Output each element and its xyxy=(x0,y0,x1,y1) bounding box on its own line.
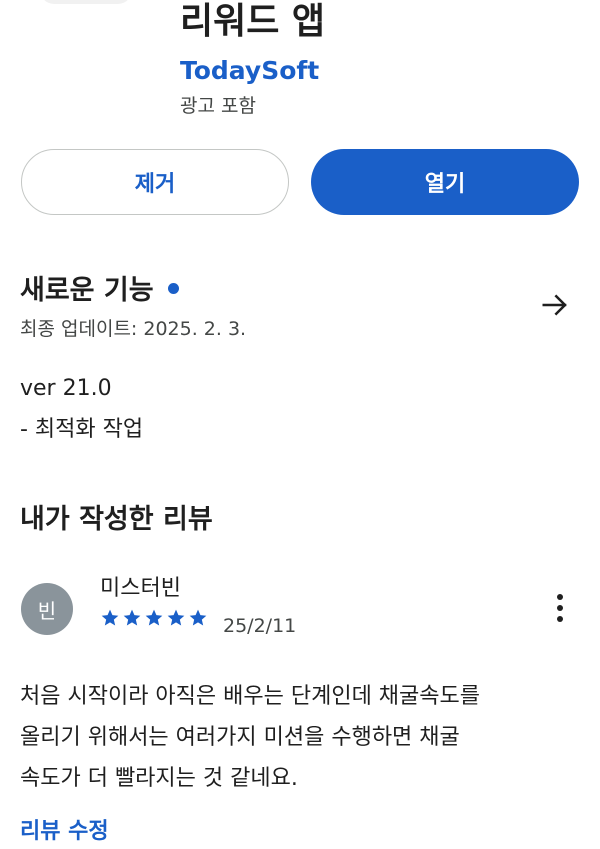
avatar-initial: 빈 xyxy=(37,598,57,623)
open-button[interactable]: 열기 xyxy=(311,149,579,215)
review-text-line: 속도가 더 빨라지는 것 같네요. xyxy=(20,766,298,791)
avatar: 빈 xyxy=(21,583,73,635)
last-updated: 최종 업데이트: 2025. 2. 3. xyxy=(20,318,247,340)
whats-new-header[interactable]: 새로운 기능 최종 업데이트: 2025. 2. 3. xyxy=(20,270,580,350)
developer-link[interactable]: TodaySoft xyxy=(180,54,319,88)
review-text: 처음 시작이라 아직은 배우는 단계인데 채굴속도를 올리기 위해서는 여러가지… xyxy=(20,676,580,799)
app-icon xyxy=(40,0,132,4)
version-text: ver 21.0 xyxy=(20,376,112,401)
my-review-title: 내가 작성한 리뷰 xyxy=(20,504,213,535)
edit-review-button[interactable]: 리뷰 수정 xyxy=(20,815,109,849)
release-note: - 최적화 작업 xyxy=(20,417,144,442)
star-rating xyxy=(100,608,208,628)
review-text-line: 처음 시작이라 아직은 배우는 단계인데 채굴속도를 xyxy=(20,684,481,709)
reviewer-name: 미스터빈 xyxy=(100,576,181,601)
new-dot-icon xyxy=(167,283,179,294)
ad-label: 광고 포함 xyxy=(180,95,256,117)
review-date: 25/2/11 xyxy=(223,615,297,637)
whats-new-title: 새로운 기능 xyxy=(20,275,154,306)
star-icon xyxy=(189,609,207,626)
star-icon xyxy=(167,609,185,626)
remove-button[interactable]: 제거 xyxy=(21,149,289,215)
app-title: 리워드 앱 xyxy=(180,1,326,42)
more-vertical-icon[interactable] xyxy=(546,591,574,627)
review-text-line: 올리기 위해서는 여러가지 미션을 수행하면 채굴 xyxy=(20,725,460,750)
star-icon xyxy=(145,609,163,626)
whats-new-title-row: 새로운 기능 xyxy=(20,270,179,312)
arrow-right-icon[interactable] xyxy=(540,290,570,320)
star-icon xyxy=(101,609,119,626)
star-icon xyxy=(123,609,141,626)
